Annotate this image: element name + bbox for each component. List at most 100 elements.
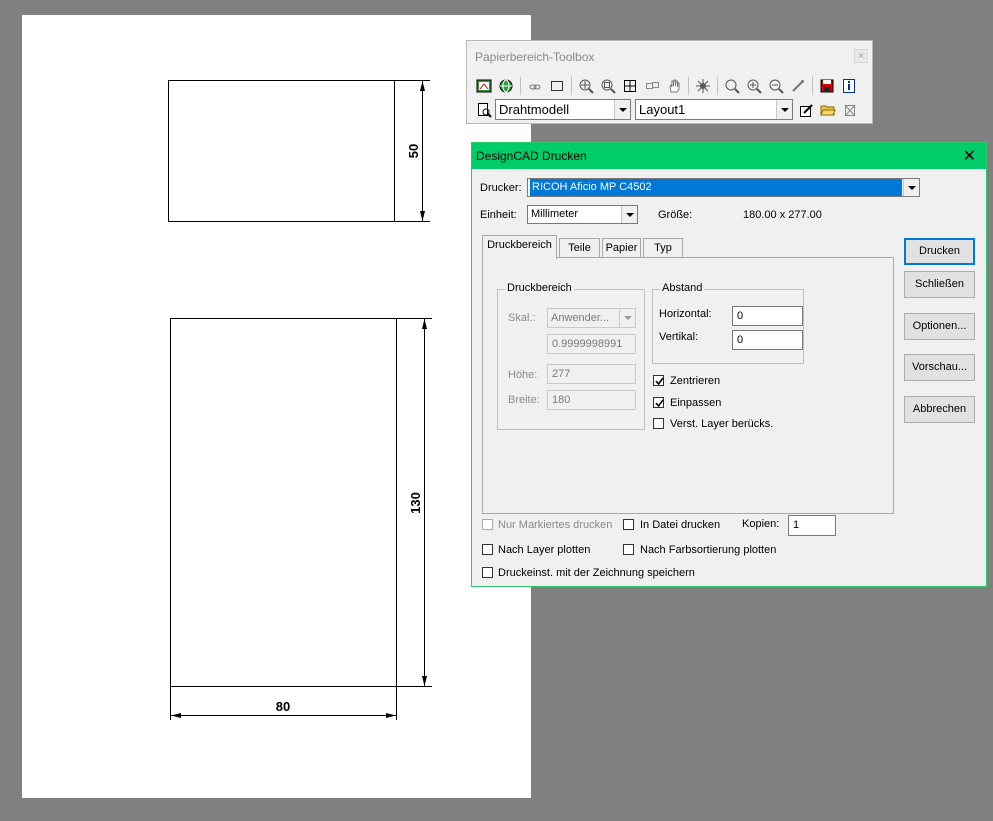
center-checkbox[interactable] — [653, 375, 664, 386]
viewport-rectangle-icon[interactable] — [546, 75, 568, 97]
tab-teile[interactable]: Teile — [559, 238, 600, 259]
starburst-icon[interactable] — [692, 75, 714, 97]
hidden-layer-checkbox[interactable] — [653, 418, 664, 429]
close-icon[interactable]: ✕ — [963, 146, 976, 166]
preview-button[interactable]: Vorschau... — [904, 354, 975, 381]
vertical-label: Vertikal: — [659, 331, 699, 343]
info-icon[interactable] — [838, 75, 860, 97]
drawing-sheet[interactable]: 50 130 80 — [22, 15, 531, 798]
center-label: Zentrieren — [670, 375, 721, 387]
size-value: 180.00 x 277.00 — [743, 209, 822, 221]
fit-label: Einpassen — [670, 397, 722, 409]
print-button[interactable]: Drucken — [904, 238, 975, 265]
scale-label: Skal.: — [508, 312, 536, 324]
options-button[interactable]: Optionen... — [904, 313, 975, 340]
scale-factor-field[interactable]: 0.9999998991 — [547, 334, 636, 354]
size-label: Größe: — [658, 209, 693, 221]
grid-icon[interactable] — [619, 75, 641, 97]
drawing-canvas[interactable]: 50 130 80 — [22, 15, 531, 798]
print-dialog[interactable]: DesignCAD Drucken ✕ Drucker: RICOH Afici… — [471, 142, 987, 587]
save-settings-label: Druckeinst. mit der Zeichnung speichern — [498, 567, 695, 579]
toolbox-icon-row — [473, 75, 860, 97]
unit-label: Einheit: — [480, 209, 517, 221]
print-to-file-label: In Datei drucken — [640, 519, 721, 531]
height-field[interactable]: 277 — [547, 364, 636, 384]
fit-checkbox[interactable] — [653, 397, 664, 408]
paper-layout-icon[interactable] — [473, 75, 495, 97]
save-settings-checkbox[interactable] — [482, 567, 493, 578]
plot-by-layer-label: Nach Layer plotten — [498, 544, 591, 556]
marked-only-checkbox[interactable] — [482, 519, 493, 530]
plot-by-layer-checkbox[interactable] — [482, 544, 493, 555]
scale-value: Anwender... — [551, 312, 610, 324]
page-preview-icon[interactable] — [473, 99, 495, 121]
printer-label: Drucker: — [480, 182, 522, 194]
width-label: Breite: — [508, 394, 540, 406]
cancel-button[interactable]: Abbrechen — [904, 396, 975, 423]
link-icon[interactable] — [524, 75, 546, 97]
arrowhead — [420, 81, 425, 91]
chevron-down-icon[interactable] — [776, 100, 792, 119]
tile-viewports-icon[interactable] — [641, 75, 663, 97]
dimension-label-50: 50 — [406, 144, 421, 158]
chevron-down-icon[interactable] — [619, 309, 635, 327]
arrowhead — [386, 713, 396, 718]
print-to-file-checkbox[interactable] — [623, 519, 634, 530]
view-mode-select[interactable]: Drahtmodell — [495, 99, 631, 120]
toolbox-title: Papierbereich-Toolbox — [475, 50, 595, 64]
chevron-down-icon[interactable] — [614, 100, 630, 119]
printer-value: RICOH Aficio MP C4502 — [530, 179, 902, 196]
pen-icon[interactable] — [787, 75, 809, 97]
dimension-label-130: 130 — [408, 492, 423, 514]
zoom-viewport-icon[interactable] — [575, 75, 597, 97]
arrowhead — [422, 676, 427, 686]
layout-value: Layout1 — [639, 102, 686, 117]
open-folder-icon[interactable] — [817, 99, 839, 121]
zoom-window-icon[interactable] — [721, 75, 743, 97]
pan-hand-icon[interactable] — [663, 75, 685, 97]
plot-by-color-label: Nach Farbsortierung plotten — [640, 544, 777, 556]
globe-icon[interactable] — [495, 75, 517, 97]
width-field[interactable]: 180 — [547, 390, 636, 410]
horizontal-field[interactable]: 0 — [732, 306, 803, 326]
tab-druckbereich[interactable]: Druckbereich — [482, 235, 557, 259]
printer-select[interactable]: RICOH Aficio MP C4502 — [527, 178, 920, 197]
close-button[interactable]: Schließen — [904, 271, 975, 298]
height-label: Höhe: — [508, 369, 538, 381]
print-area-group-title: Druckbereich — [505, 282, 574, 294]
tab-typ[interactable]: Typ — [643, 238, 683, 259]
rect-bottom — [170, 318, 397, 687]
vertical-field[interactable]: 0 — [732, 330, 803, 350]
chevron-down-icon[interactable] — [903, 179, 919, 196]
dialog-titlebar[interactable]: DesignCAD Drucken ✕ — [472, 143, 986, 169]
dialog-title: DesignCAD Drucken — [476, 149, 587, 163]
offset-group: Abstand Horizontal: 0 Vertikal: 0 — [652, 282, 804, 364]
offset-group-title: Abstand — [660, 282, 705, 294]
rect-top — [168, 80, 395, 222]
dimension-label-80: 80 — [276, 699, 290, 714]
save-icon[interactable] — [816, 75, 838, 97]
paper-space-toolbox[interactable]: Papierbereich-Toolbox × Drahtmodell Layo… — [466, 40, 873, 124]
plot-by-color-checkbox[interactable] — [623, 544, 634, 555]
zoom-out-icon[interactable] — [765, 75, 787, 97]
marked-only-label: Nur Markiertes drucken — [498, 519, 613, 531]
layout-select[interactable]: Layout1 — [635, 99, 793, 120]
tab-panel-druckbereich: Druckbereich Skal.: Anwender... 0.999999… — [482, 257, 894, 514]
arrowhead — [171, 713, 181, 718]
copies-field[interactable]: 1 — [788, 515, 836, 536]
hidden-layer-label: Verst. Layer berücks. — [670, 418, 774, 430]
arrowhead — [422, 319, 427, 329]
arrowhead — [420, 211, 425, 221]
edit-layout-icon[interactable] — [795, 99, 817, 121]
zoom-in-icon[interactable] — [743, 75, 765, 97]
chevron-down-icon[interactable] — [621, 206, 637, 223]
delete-layout-icon[interactable] — [839, 99, 861, 121]
tab-papier[interactable]: Papier — [602, 238, 641, 259]
horizontal-label: Horizontal: — [659, 308, 712, 320]
unit-value: Millimeter — [531, 208, 579, 220]
zoom-fit-icon[interactable] — [597, 75, 619, 97]
unit-select[interactable]: Millimeter — [527, 205, 638, 224]
view-mode-value: Drahtmodell — [499, 102, 570, 117]
toolbox-close-button[interactable]: × — [854, 49, 868, 63]
scale-select[interactable]: Anwender... — [547, 308, 636, 328]
